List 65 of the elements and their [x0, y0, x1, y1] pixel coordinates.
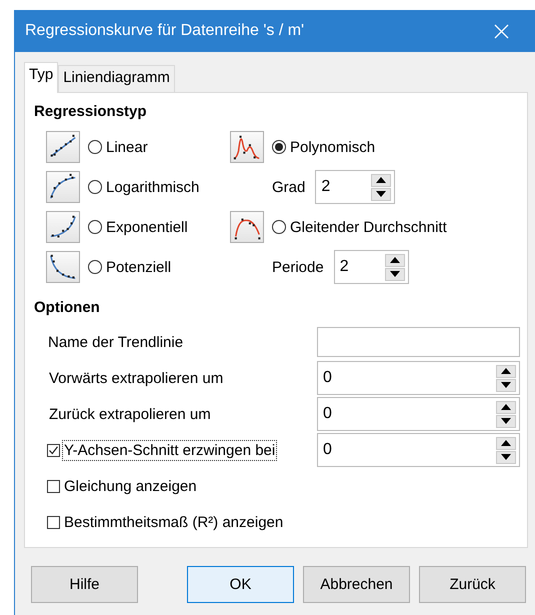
field-label: Name der Trendlinie: [47, 332, 184, 352]
tab[interactable]: Typ: [24, 62, 58, 93]
spin-down-button[interactable]: [371, 188, 392, 200]
chart-curve-icon: [230, 211, 264, 243]
field-label: Grad: [272, 178, 306, 196]
checkbox-label[interactable]: Y-Achsen-Schnitt erzwingen bei: [62, 440, 278, 460]
spin-field[interactable]: 2: [334, 250, 409, 284]
spin-up-button[interactable]: [496, 364, 516, 378]
checkbox[interactable]: [47, 444, 60, 456]
chart-curve-icon: [46, 131, 80, 163]
section-heading: Optionen: [34, 299, 101, 316]
checkbox[interactable]: [47, 516, 60, 528]
radio-label[interactable]: Polynomisch: [290, 138, 376, 156]
chart-curve-icon: [46, 211, 80, 243]
up-arrow-icon: [501, 440, 511, 446]
chart-curve-icon: [46, 171, 80, 203]
dialog-button[interactable]: Zurück: [419, 566, 526, 603]
dialog-button[interactable]: OK: [187, 566, 294, 603]
spin-up-button[interactable]: [384, 254, 405, 266]
spin-field[interactable]: 2: [315, 170, 396, 204]
radio-button[interactable]: [88, 180, 102, 194]
up-arrow-icon: [390, 257, 400, 263]
radio-label[interactable]: Exponentiell: [106, 218, 188, 236]
spin-up-button[interactable]: [496, 436, 516, 450]
radio-button[interactable]: [88, 260, 102, 274]
spin-down-button[interactable]: [496, 378, 516, 392]
radio-label[interactable]: Potenziell: [106, 258, 172, 276]
spin-field[interactable]: 0: [317, 433, 520, 467]
field-label: Zurück extrapolieren um: [48, 404, 212, 424]
up-arrow-icon: [501, 404, 511, 410]
radio-button[interactable]: [88, 220, 102, 234]
up-arrow-icon: [376, 177, 386, 183]
window-title: Regressionskurve für Datenreihe 's / m': [25, 22, 306, 40]
radio-button[interactable]: [272, 220, 286, 234]
spin-down-button[interactable]: [496, 414, 516, 428]
spin-field[interactable]: 0: [317, 397, 520, 431]
input-field[interactable]: [317, 327, 520, 357]
dialog-button[interactable]: Hilfe: [31, 566, 138, 603]
radio-label[interactable]: Logarithmisch: [106, 178, 200, 196]
spin-field[interactable]: 0: [317, 361, 520, 395]
up-arrow-icon: [501, 368, 511, 374]
checkbox-label[interactable]: Gleichung anzeigen: [62, 476, 199, 496]
chart-curve-icon: [46, 251, 80, 283]
radio-label[interactable]: Gleitender Durchschnitt: [290, 218, 447, 236]
down-arrow-icon: [376, 191, 386, 197]
down-arrow-icon: [390, 271, 400, 277]
tab[interactable]: Liniendiagramm: [58, 65, 175, 92]
down-arrow-icon: [501, 418, 511, 424]
chart-curve-icon: [230, 131, 264, 163]
spin-down-button[interactable]: [496, 450, 516, 464]
spin-down-button[interactable]: [384, 268, 405, 280]
close-icon[interactable]: [494, 24, 509, 38]
down-arrow-icon: [501, 454, 511, 460]
spin-up-button[interactable]: [371, 174, 392, 186]
dialog-button[interactable]: Abbrechen: [303, 566, 410, 603]
field-label: Vorwärts extrapolieren um: [48, 368, 224, 388]
section-heading: Regressionstyp: [34, 103, 148, 120]
checkbox[interactable]: [47, 480, 60, 492]
checkbox-label[interactable]: Bestimmtheitsmaß (R²) anzeigen: [62, 512, 286, 532]
radio-button[interactable]: [88, 140, 102, 154]
radio-button[interactable]: [272, 140, 286, 154]
down-arrow-icon: [501, 382, 511, 388]
radio-label[interactable]: Linear: [106, 138, 148, 156]
field-label: Periode: [272, 258, 324, 276]
spin-up-button[interactable]: [496, 400, 516, 414]
